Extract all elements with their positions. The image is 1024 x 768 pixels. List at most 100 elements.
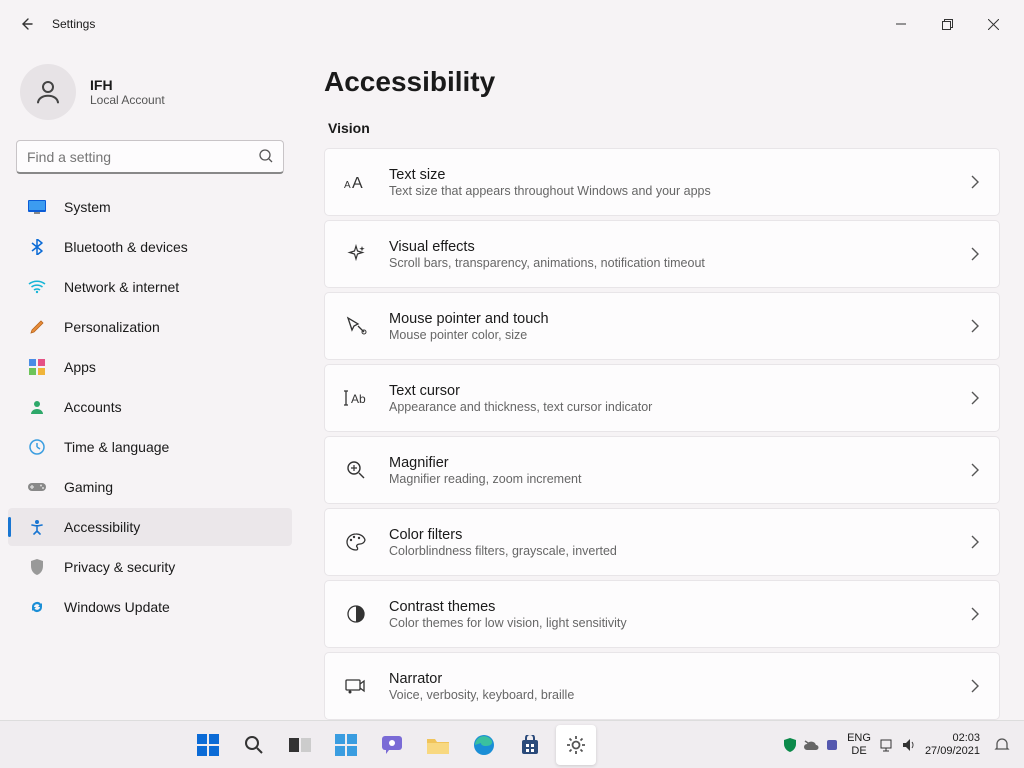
card-text-cursor[interactable]: Ab Text cursor Appearance and thickness,… (324, 364, 1000, 432)
taskbar-search[interactable] (234, 725, 274, 765)
start-button[interactable] (188, 725, 228, 765)
nav-label: Bluetooth & devices (64, 239, 188, 255)
chevron-right-icon (971, 391, 979, 405)
card-narrator[interactable]: Narrator Voice, verbosity, keyboard, bra… (324, 652, 1000, 720)
chevron-right-icon (971, 607, 979, 621)
taskview-icon (289, 736, 311, 754)
card-title: Text size (389, 167, 951, 183)
taskbar: ENG DE 02:03 27/09/2021 (0, 720, 1024, 768)
speaker-tray-icon (901, 738, 917, 752)
clock[interactable]: 02:03 27/09/2021 (925, 732, 980, 757)
chevron-right-icon (971, 463, 979, 477)
card-sub: Colorblindness filters, grayscale, inver… (389, 544, 951, 558)
search-icon (258, 148, 274, 164)
chevron-right-icon (971, 679, 979, 693)
minimize-button[interactable] (878, 8, 924, 40)
sparkle-icon (343, 241, 369, 267)
card-text-size[interactable]: AA Text size Text size that appears thro… (324, 148, 1000, 216)
card-color-filters[interactable]: Color filters Colorblindness filters, gr… (324, 508, 1000, 576)
system-tray[interactable] (783, 738, 839, 752)
close-button[interactable] (970, 8, 1016, 40)
card-sub: Color themes for low vision, light sensi… (389, 616, 951, 630)
search-icon (244, 735, 264, 755)
search-input[interactable] (16, 140, 284, 174)
card-sub: Scroll bars, transparency, animations, n… (389, 256, 951, 270)
taskbar-widgets[interactable] (326, 725, 366, 765)
card-sub: Mouse pointer color, size (389, 328, 951, 342)
avatar (20, 64, 76, 120)
wifi-icon (28, 278, 46, 296)
card-title: Contrast themes (389, 599, 951, 615)
taskbar-store[interactable] (510, 725, 550, 765)
bluetooth-icon (28, 238, 46, 256)
nav-accessibility[interactable]: Accessibility (8, 508, 292, 546)
nav-privacy[interactable]: Privacy & security (8, 548, 292, 586)
notification-icon (994, 737, 1010, 753)
nav-gaming[interactable]: Gaming (8, 468, 292, 506)
maximize-icon (942, 19, 953, 30)
card-sub: Magnifier reading, zoom increment (389, 472, 951, 486)
gear-icon (565, 734, 587, 756)
profile-name: IFH (90, 77, 165, 93)
nav-label: Accessibility (64, 519, 140, 535)
search-box (16, 140, 284, 174)
nav-label: System (64, 199, 111, 215)
nav-label: Personalization (64, 319, 160, 335)
taskbar-right: ENG DE 02:03 27/09/2021 (783, 732, 1024, 757)
back-button[interactable] (8, 6, 44, 42)
card-title: Color filters (389, 527, 951, 543)
taskbar-chat[interactable] (372, 725, 412, 765)
page-title: Accessibility (324, 66, 1000, 98)
card-title: Visual effects (389, 239, 951, 255)
nav-apps[interactable]: Apps (8, 348, 292, 386)
svg-text:A: A (344, 180, 351, 191)
nav-windows-update[interactable]: Windows Update (8, 588, 292, 626)
update-icon (28, 598, 46, 616)
teams-tray-icon (825, 738, 839, 752)
widgets-icon (335, 734, 357, 756)
taskbar-edge[interactable] (464, 725, 504, 765)
notifications-button[interactable] (988, 737, 1016, 753)
magnifier-icon (343, 457, 369, 483)
taskbar-center (0, 725, 783, 765)
nav-personalization[interactable]: Personalization (8, 308, 292, 346)
card-contrast-themes[interactable]: Contrast themes Color themes for low vis… (324, 580, 1000, 648)
nav-accounts[interactable]: Accounts (8, 388, 292, 426)
network-sound-tray[interactable] (879, 738, 917, 752)
shield-icon (28, 558, 46, 576)
nav-label: Accounts (64, 399, 122, 415)
profile-block[interactable]: IFH Local Account (0, 56, 300, 136)
card-title: Magnifier (389, 455, 951, 471)
close-icon (988, 19, 999, 30)
chevron-right-icon (971, 535, 979, 549)
card-sub: Appearance and thickness, text cursor in… (389, 400, 951, 414)
edge-icon (473, 734, 495, 756)
nav-label: Gaming (64, 479, 113, 495)
sidebar: IFH Local Account System Bluetooth & dev… (0, 48, 300, 720)
taskbar-settings[interactable] (556, 725, 596, 765)
card-mouse-pointer[interactable]: Mouse pointer and touch Mouse pointer co… (324, 292, 1000, 360)
accessibility-icon (28, 518, 46, 536)
card-sub: Text size that appears throughout Window… (389, 184, 951, 198)
nav-system[interactable]: System (8, 188, 292, 226)
store-icon (520, 735, 540, 755)
taskbar-taskview[interactable] (280, 725, 320, 765)
card-magnifier[interactable]: Magnifier Magnifier reading, zoom increm… (324, 436, 1000, 504)
vision-cards: AA Text size Text size that appears thro… (324, 148, 1000, 720)
chevron-right-icon (971, 319, 979, 333)
person-icon (33, 77, 63, 107)
nav-time-language[interactable]: Time & language (8, 428, 292, 466)
nav-network[interactable]: Network & internet (8, 268, 292, 306)
narrator-icon (343, 673, 369, 699)
nav-label: Privacy & security (64, 559, 175, 575)
nav-label: Windows Update (64, 599, 170, 615)
nav-bluetooth[interactable]: Bluetooth & devices (8, 228, 292, 266)
text-cursor-icon: Ab (343, 385, 369, 411)
arrow-left-icon (18, 16, 34, 32)
palette-icon (343, 529, 369, 555)
language-indicator[interactable]: ENG DE (847, 732, 871, 756)
card-visual-effects[interactable]: Visual effects Scroll bars, transparency… (324, 220, 1000, 288)
taskbar-explorer[interactable] (418, 725, 458, 765)
nav-label: Apps (64, 359, 96, 375)
maximize-button[interactable] (924, 8, 970, 40)
